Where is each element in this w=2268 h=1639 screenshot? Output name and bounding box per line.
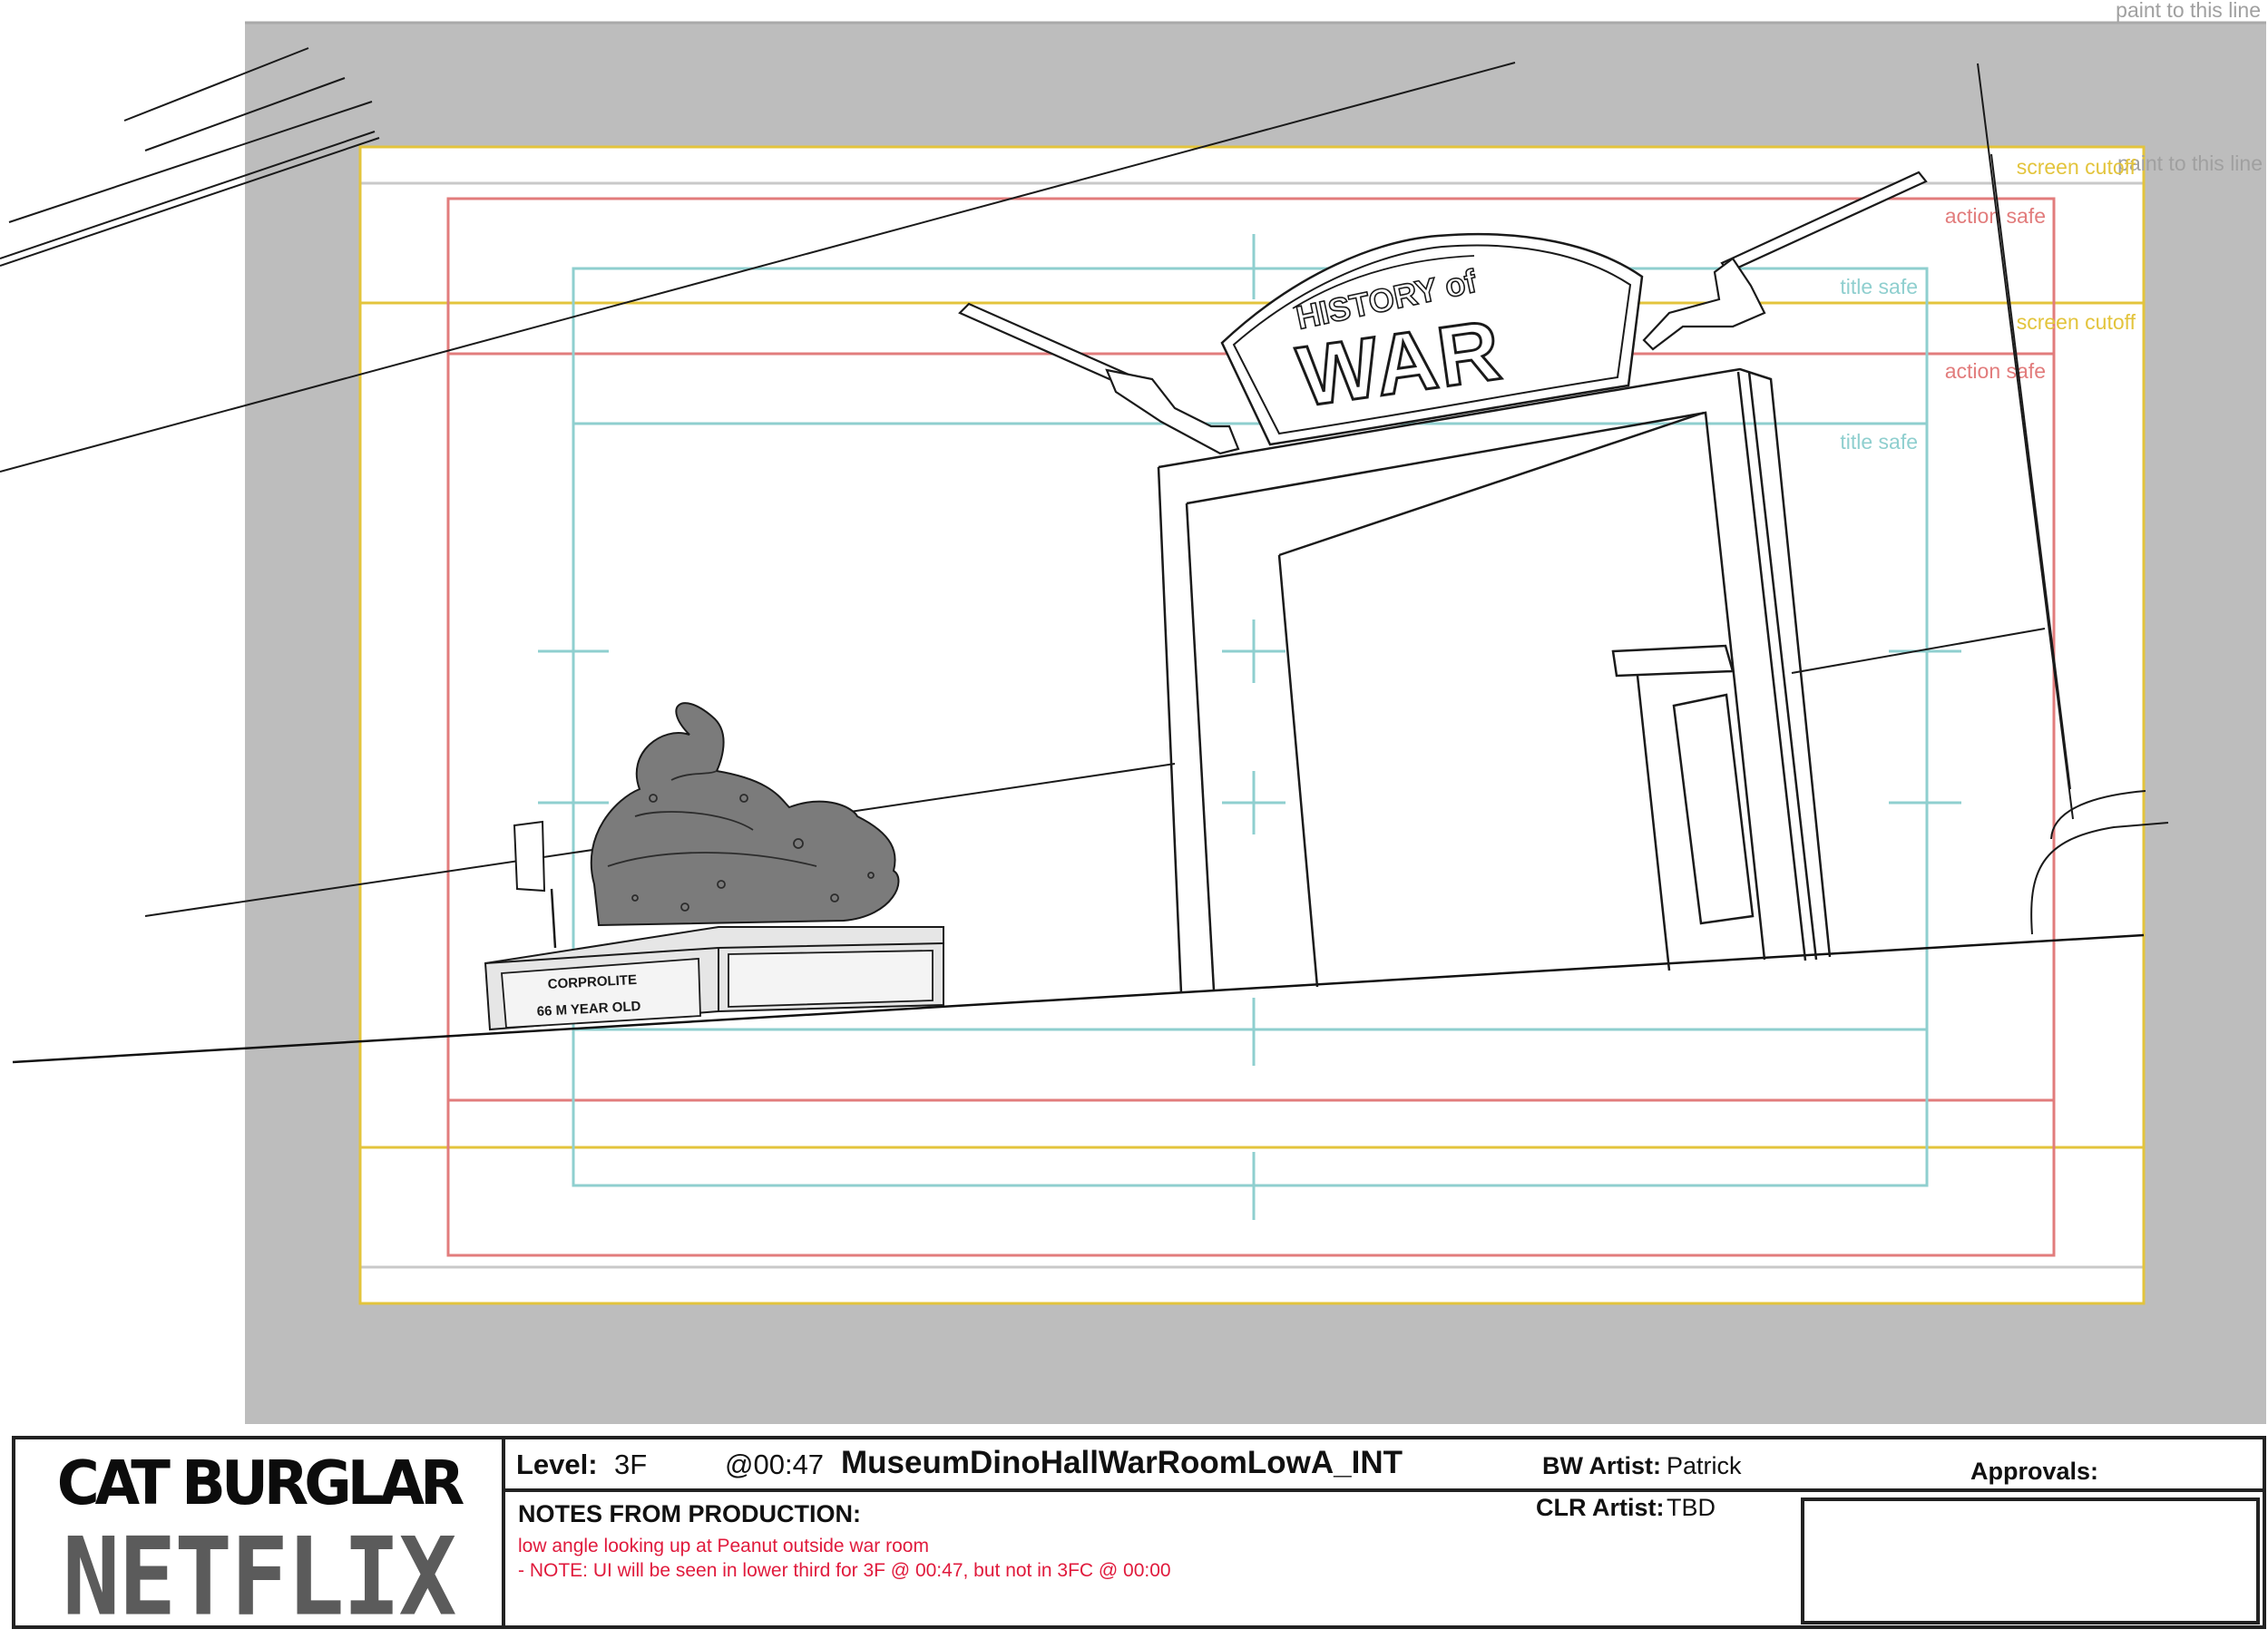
notes-heading: NOTES FROM PRODUCTION: bbox=[518, 1500, 861, 1527]
notes-line-1: low angle looking up at Peanut outside w… bbox=[518, 1536, 929, 1556]
screen-cutoff-label-1: screen cutoff bbox=[2017, 155, 2136, 179]
level-value: 3F bbox=[614, 1449, 648, 1480]
slate-info-panel: CAT BURGLAR NETFLIX Level: 3F @00:47 Mus… bbox=[12, 1436, 2266, 1639]
production-notes: low angle looking up at Peanut outside w… bbox=[518, 1534, 1171, 1583]
title-safe-label-2: title safe bbox=[1840, 430, 1918, 454]
notes-line-2: - NOTE: UI will be seen in lower third f… bbox=[518, 1560, 1171, 1581]
clr-artist-value: TBD bbox=[1667, 1494, 1716, 1521]
scene-name: MuseumDinoHallWarRoomLowA_INT bbox=[841, 1445, 1403, 1480]
show-title-logo: CAT BURGLAR bbox=[56, 1449, 465, 1519]
action-safe-label-2: action safe bbox=[1945, 359, 2046, 383]
approvals-label: Approvals: bbox=[1970, 1458, 2099, 1485]
clr-artist-label: CLR Artist: bbox=[1536, 1494, 1665, 1521]
timecode: @00:47 bbox=[725, 1449, 825, 1480]
netflix-logo: NETFLIX bbox=[62, 1514, 457, 1639]
title-safe-label-1: title safe bbox=[1840, 275, 1918, 298]
paint-line-top-label: paint to this line bbox=[2116, 0, 2261, 22]
level-label: Level: bbox=[516, 1449, 598, 1480]
bw-artist-value: Patrick bbox=[1667, 1452, 1742, 1479]
logo-cell: CAT BURGLAR NETFLIX bbox=[15, 1439, 505, 1639]
row-divider bbox=[505, 1488, 2263, 1492]
storyboard-panel: paint to this line paint to this line sc… bbox=[0, 0, 2266, 1424]
paint-line-inner-label: paint to this line bbox=[2117, 151, 2263, 175]
approval-signature-box bbox=[1801, 1498, 2260, 1624]
screen-cutoff-label-2: screen cutoff bbox=[2017, 310, 2136, 334]
bw-artist-label: BW Artist: bbox=[1542, 1452, 1661, 1479]
